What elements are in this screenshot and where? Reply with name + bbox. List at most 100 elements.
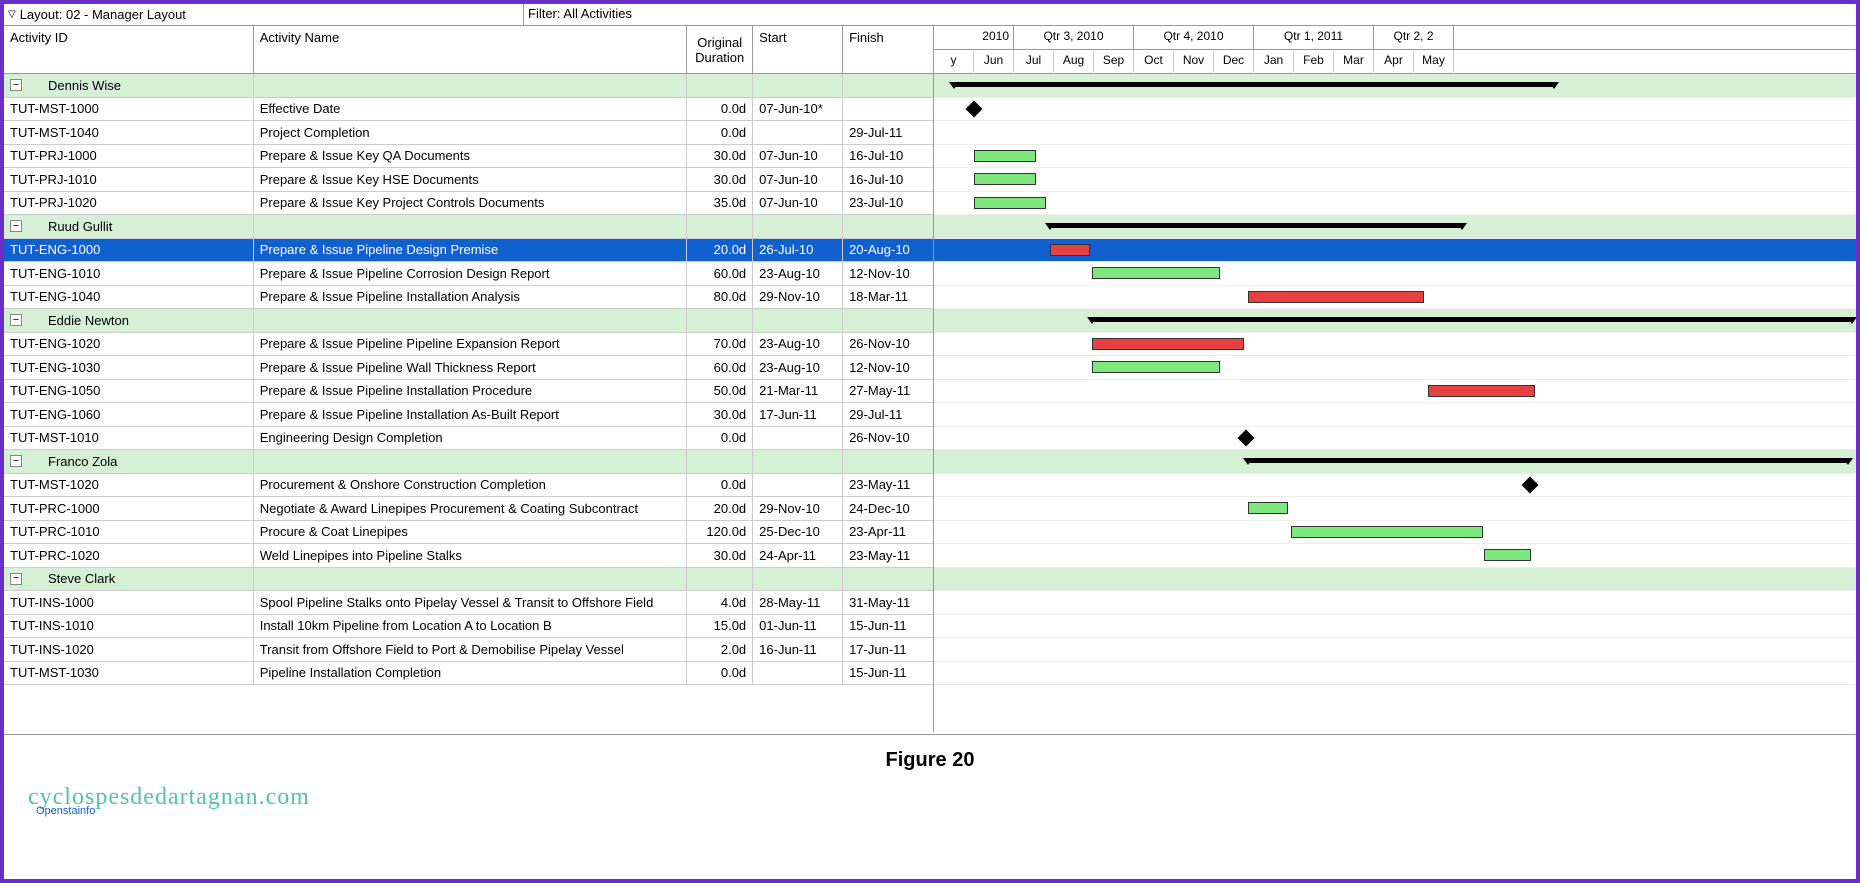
activity-duration: 30.0d xyxy=(687,145,753,168)
table-row[interactable]: TUT-MST-1000Effective Date0.0d07-Jun-10* xyxy=(4,98,933,122)
gantt-bar[interactable] xyxy=(1092,338,1244,350)
gantt-bar[interactable] xyxy=(1248,502,1288,514)
activity-duration: 60.0d xyxy=(687,262,753,285)
activity-finish: 29-Jul-11 xyxy=(843,403,933,426)
gantt-row[interactable] xyxy=(934,286,1856,310)
table-row[interactable]: TUT-MST-1010Engineering Design Completio… xyxy=(4,427,933,451)
milestone-icon[interactable] xyxy=(1522,476,1539,493)
gantt-bar[interactable] xyxy=(974,173,1036,185)
table-row[interactable]: TUT-ENG-1000Prepare & Issue Pipeline Des… xyxy=(4,239,933,263)
activity-finish: 20-Aug-10 xyxy=(843,239,933,262)
gantt-row[interactable] xyxy=(934,262,1856,286)
table-row[interactable]: TUT-MST-1040Project Completion0.0d29-Jul… xyxy=(4,121,933,145)
collapse-icon[interactable]: − xyxy=(10,79,22,91)
table-row[interactable]: TUT-PRJ-1010Prepare & Issue Key HSE Docu… xyxy=(4,168,933,192)
activity-finish: 16-Jul-10 xyxy=(843,145,933,168)
gantt-row[interactable] xyxy=(934,544,1856,568)
activity-duration: 2.0d xyxy=(687,638,753,661)
collapse-icon[interactable]: − xyxy=(10,455,22,467)
collapse-icon[interactable]: − xyxy=(10,220,22,232)
table-row[interactable]: TUT-PRC-1020Weld Linepipes into Pipeline… xyxy=(4,544,933,568)
activity-name: Prepare & Issue Pipeline Wall Thickness … xyxy=(254,356,688,379)
collapse-icon[interactable]: − xyxy=(10,314,22,326)
table-row[interactable]: TUT-ENG-1050Prepare & Issue Pipeline Ins… xyxy=(4,380,933,404)
activity-finish: 23-Jul-10 xyxy=(843,192,933,215)
activity-start: 29-Nov-10 xyxy=(753,497,843,520)
table-row[interactable]: TUT-PRC-1000Negotiate & Award Linepipes … xyxy=(4,497,933,521)
activity-id: TUT-PRC-1020 xyxy=(4,544,254,567)
gantt-row[interactable] xyxy=(934,145,1856,169)
collapse-icon[interactable]: − xyxy=(10,573,22,585)
col-start[interactable]: Start xyxy=(753,26,843,73)
group-row[interactable]: −Franco Zola xyxy=(4,450,933,474)
gantt-bar[interactable] xyxy=(1428,385,1535,397)
col-finish[interactable]: Finish xyxy=(843,26,933,73)
activity-name: Prepare & Issue Pipeline Corrosion Desig… xyxy=(254,262,688,285)
table-row[interactable]: TUT-ENG-1020Prepare & Issue Pipeline Pip… xyxy=(4,333,933,357)
gantt-bar[interactable] xyxy=(974,150,1036,162)
table-row[interactable]: TUT-PRC-1010Procure & Coat Linepipes120.… xyxy=(4,521,933,545)
table-row[interactable]: TUT-INS-1000Spool Pipeline Stalks onto P… xyxy=(4,591,933,615)
gantt-row[interactable] xyxy=(934,239,1856,263)
table-row[interactable]: TUT-ENG-1010Prepare & Issue Pipeline Cor… xyxy=(4,262,933,286)
filter-label[interactable]: Filter: All Activities xyxy=(524,4,1856,25)
table-row[interactable]: TUT-INS-1010Install 10km Pipeline from L… xyxy=(4,615,933,639)
col-activity-id[interactable]: Activity ID xyxy=(4,26,254,73)
gantt-row[interactable] xyxy=(934,638,1856,662)
table-row[interactable]: TUT-ENG-1030Prepare & Issue Pipeline Wal… xyxy=(4,356,933,380)
activity-duration: 0.0d xyxy=(687,427,753,450)
activity-id: TUT-ENG-1010 xyxy=(4,262,254,285)
group-row[interactable]: −Ruud Gullit xyxy=(4,215,933,239)
table-row[interactable]: TUT-INS-1020Transit from Offshore Field … xyxy=(4,638,933,662)
gantt-row[interactable] xyxy=(934,591,1856,615)
activity-start: 23-Aug-10 xyxy=(753,356,843,379)
group-row[interactable]: −Dennis Wise xyxy=(4,74,933,98)
gantt-panel[interactable]: 2010Qtr 3, 2010Qtr 4, 2010Qtr 1, 2011Qtr… xyxy=(934,26,1856,732)
table-row[interactable]: TUT-MST-1020Procurement & Onshore Constr… xyxy=(4,474,933,498)
activity-id: TUT-MST-1010 xyxy=(4,427,254,450)
group-row[interactable]: −Steve Clark xyxy=(4,568,933,592)
gantt-bar[interactable] xyxy=(1291,526,1483,538)
gantt-row[interactable] xyxy=(934,403,1856,427)
activity-start: 29-Nov-10 xyxy=(753,286,843,309)
gantt-bar[interactable] xyxy=(1248,291,1424,303)
table-row[interactable]: TUT-ENG-1040Prepare & Issue Pipeline Ins… xyxy=(4,286,933,310)
activity-name: Install 10km Pipeline from Location A to… xyxy=(254,615,688,638)
group-row[interactable]: −Eddie Newton xyxy=(4,309,933,333)
gantt-row[interactable] xyxy=(934,356,1856,380)
gantt-row[interactable] xyxy=(934,380,1856,404)
gantt-row[interactable] xyxy=(934,662,1856,686)
gantt-bar[interactable] xyxy=(974,197,1046,209)
gantt-bar[interactable] xyxy=(1092,267,1220,279)
gantt-row[interactable] xyxy=(934,427,1856,451)
gantt-row[interactable] xyxy=(934,121,1856,145)
gantt-bar[interactable] xyxy=(1484,549,1531,561)
gantt-row[interactable] xyxy=(934,615,1856,639)
table-row[interactable]: TUT-PRJ-1000Prepare & Issue Key QA Docum… xyxy=(4,145,933,169)
col-duration[interactable]: OriginalDuration xyxy=(687,26,753,73)
milestone-icon[interactable] xyxy=(966,100,983,117)
gantt-bar[interactable] xyxy=(1092,361,1220,373)
layout-selector[interactable]: ▽ Layout: 02 - Manager Layout xyxy=(4,4,524,25)
gantt-row[interactable] xyxy=(934,192,1856,216)
activity-start: 23-Aug-10 xyxy=(753,262,843,285)
gantt-row[interactable] xyxy=(934,333,1856,357)
activity-finish: 15-Jun-11 xyxy=(843,615,933,638)
col-activity-name[interactable]: Activity Name xyxy=(254,26,688,73)
gantt-bar[interactable] xyxy=(1050,244,1090,256)
gantt-row[interactable] xyxy=(934,474,1856,498)
activity-start xyxy=(753,121,843,144)
table-header: Activity ID Activity Name OriginalDurati… xyxy=(4,26,933,74)
gantt-row[interactable] xyxy=(934,168,1856,192)
gantt-row[interactable] xyxy=(934,497,1856,521)
activity-finish: 23-May-11 xyxy=(843,474,933,497)
table-row[interactable]: TUT-MST-1030Pipeline Installation Comple… xyxy=(4,662,933,686)
gantt-summary-row xyxy=(934,309,1856,333)
timeline-header: 2010Qtr 3, 2010Qtr 4, 2010Qtr 1, 2011Qtr… xyxy=(934,26,1856,74)
gantt-row[interactable] xyxy=(934,521,1856,545)
table-row[interactable]: TUT-ENG-1060Prepare & Issue Pipeline Ins… xyxy=(4,403,933,427)
gantt-row[interactable] xyxy=(934,98,1856,122)
table-row[interactable]: TUT-PRJ-1020Prepare & Issue Key Project … xyxy=(4,192,933,216)
activity-id: TUT-PRJ-1020 xyxy=(4,192,254,215)
milestone-icon[interactable] xyxy=(1238,429,1255,446)
